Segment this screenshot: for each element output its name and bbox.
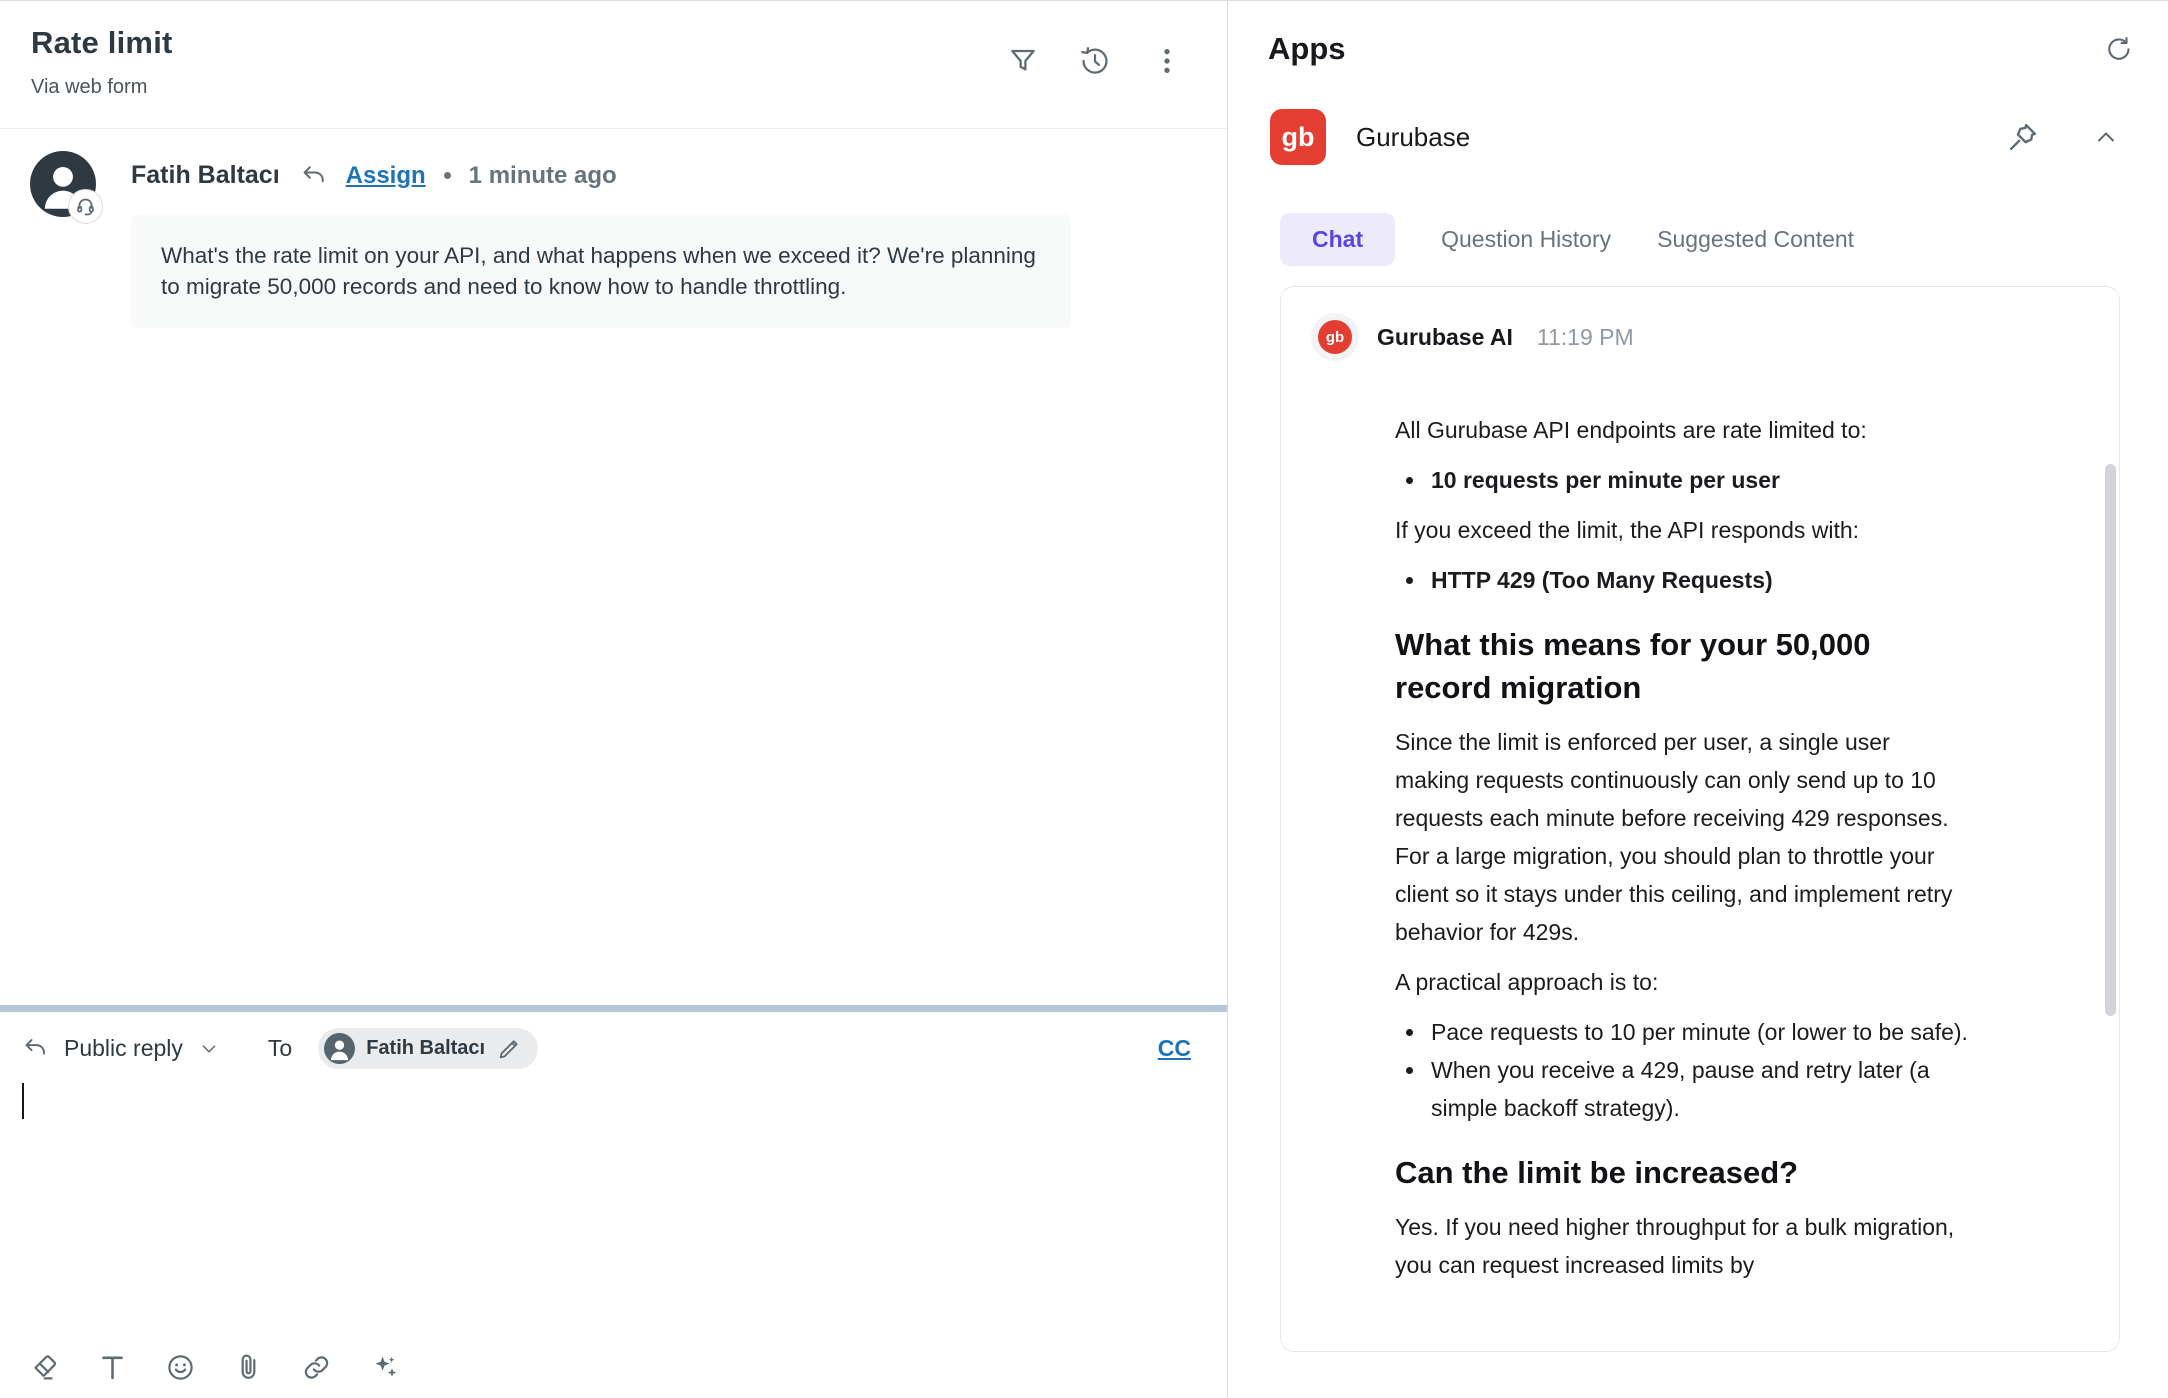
assign-link[interactable]: Assign — [346, 162, 426, 190]
ticket-pane: Rate limit Via web form Fatih Baltacı As… — [0, 1, 1228, 1398]
refresh-icon — [2104, 34, 2134, 64]
recipient-name: Fatih Baltacı — [366, 1037, 486, 1059]
avatar — [30, 151, 103, 224]
reply-arrow-icon — [22, 1035, 49, 1062]
chat-timestamp: 11:19 PM — [1536, 323, 1634, 350]
chat-body: All Gurubase API endpoints are rate limi… — [1281, 361, 2119, 1284]
app-actions — [2006, 120, 2120, 154]
emoji-button[interactable] — [165, 1352, 196, 1383]
message-author: Fatih Baltacı — [131, 161, 280, 189]
app-name: Gurubase — [1356, 121, 1471, 152]
overflow-menu-icon — [1151, 45, 1183, 77]
text-format-icon — [97, 1352, 128, 1383]
chat-list-item: HTTP 429 (Too Many Requests) — [1427, 561, 1969, 599]
chat-list: 10 requests per minute per user — [1395, 461, 1969, 499]
chat-list: HTTP 429 (Too Many Requests) — [1395, 561, 1969, 599]
tab-chat[interactable]: Chat — [1280, 213, 1396, 266]
ticket-channel: Via web form — [31, 76, 148, 98]
chat-card: gb Gurubase AI 11:19 PM All Gurubase API… — [1280, 286, 2120, 1352]
text-format-button[interactable] — [97, 1352, 128, 1383]
pin-icon — [2006, 120, 2040, 154]
history-icon — [1079, 45, 1111, 77]
reply-type-dropdown[interactable]: Public reply — [22, 1035, 220, 1062]
sparkles-icon — [369, 1352, 400, 1383]
app-row: gb Gurubase — [1228, 67, 2168, 165]
chat-list: Pace requests to 10 per minute (or lower… — [1395, 1013, 1969, 1127]
apps-header: Apps — [1228, 1, 2168, 67]
link-icon — [301, 1352, 332, 1383]
headset-badge-icon — [68, 189, 103, 224]
chat-heading: Can the limit be increased? — [1395, 1155, 1799, 1190]
conversation-area: Fatih Baltacı Assign 1 minute ago What's… — [0, 129, 1227, 1005]
chat-paragraph: If you exceed the limit, the API respond… — [1395, 517, 1860, 543]
dot-separator — [443, 172, 451, 179]
cc-link[interactable]: CC — [1158, 1035, 1191, 1062]
attachment-icon — [233, 1352, 264, 1383]
filter-icon — [1007, 45, 1039, 77]
chat-paragraph: Yes. If you need higher throughput for a… — [1395, 1214, 1955, 1278]
chat-header: gb Gurubase AI 11:19 PM — [1281, 287, 2119, 361]
gurubase-logo: gb — [1270, 109, 1326, 165]
filter-button[interactable] — [1007, 45, 1039, 77]
composer-header: Public reply To Fatih Baltacı CC — [0, 1012, 1227, 1069]
person-icon — [324, 1033, 356, 1064]
gurubase-avatar: gb — [1311, 313, 1359, 361]
overflow-menu-button[interactable] — [1151, 45, 1183, 77]
chat-heading: What this means for your 50,000 record m… — [1395, 627, 1871, 705]
apps-tabs: Chat Question History Suggested Content — [1280, 213, 2168, 266]
text-cursor — [22, 1083, 24, 1119]
link-button[interactable] — [301, 1352, 332, 1383]
reply-arrow-icon — [300, 162, 328, 190]
message-main: Fatih Baltacı Assign 1 minute ago What's… — [131, 151, 1197, 328]
ticket-header: Rate limit Via web form — [0, 1, 1227, 129]
scrollbar-thumb[interactable] — [2105, 464, 2116, 1016]
refresh-button[interactable] — [2104, 34, 2134, 64]
attachment-button[interactable] — [233, 1352, 264, 1383]
reply-composer: Public reply To Fatih Baltacı CC — [0, 1005, 1227, 1398]
recipient-chip[interactable]: Fatih Baltacı — [318, 1028, 539, 1069]
reply-type-label: Public reply — [64, 1035, 183, 1061]
tab-suggested-content[interactable]: Suggested Content — [1657, 226, 1854, 253]
collapse-button[interactable] — [2092, 123, 2120, 151]
chevron-down-icon — [198, 1038, 220, 1060]
chat-paragraph: A practical approach is to: — [1395, 969, 1659, 995]
apps-pane: Apps gb Gurubase Chat Question History S… — [1228, 1, 2168, 1398]
reply-editor[interactable] — [0, 1073, 1227, 1328]
chat-paragraph: All Gurubase API endpoints are rate limi… — [1395, 417, 1867, 443]
history-button[interactable] — [1079, 45, 1111, 77]
chevron-up-icon — [2092, 123, 2120, 151]
message-header: Fatih Baltacı Assign 1 minute ago — [131, 161, 1197, 190]
ticket-header-actions — [1007, 45, 1183, 77]
chat-list-item: When you receive a 429, pause and retry … — [1427, 1051, 1969, 1127]
apps-title: Apps — [1268, 31, 1346, 66]
chat-paragraph: Since the limit is enforced per user, a … — [1395, 729, 1953, 945]
eraser-icon — [29, 1352, 60, 1383]
pin-button[interactable] — [2006, 120, 2040, 154]
composer-toolbar — [29, 1352, 400, 1383]
tab-question-history[interactable]: Question History — [1441, 226, 1611, 253]
eraser-button[interactable] — [29, 1352, 60, 1383]
edit-pencil-icon[interactable] — [496, 1036, 522, 1062]
gurubase-avatar-icon: gb — [1318, 320, 1352, 354]
composer-focus-bar — [0, 1005, 1227, 1012]
to-label: To — [267, 1035, 293, 1061]
sparkles-button[interactable] — [369, 1352, 400, 1383]
message-bubble: What's the rate limit on your API, and w… — [131, 214, 1071, 328]
chat-sender: Gurubase AI — [1377, 323, 1513, 350]
message-timestamp: 1 minute ago — [468, 161, 617, 189]
message-row: Fatih Baltacı Assign 1 minute ago What's… — [30, 151, 1197, 328]
emoji-icon — [165, 1352, 196, 1383]
chat-list-item: Pace requests to 10 per minute (or lower… — [1427, 1013, 1969, 1051]
chat-list-item: 10 requests per minute per user — [1427, 461, 1969, 499]
